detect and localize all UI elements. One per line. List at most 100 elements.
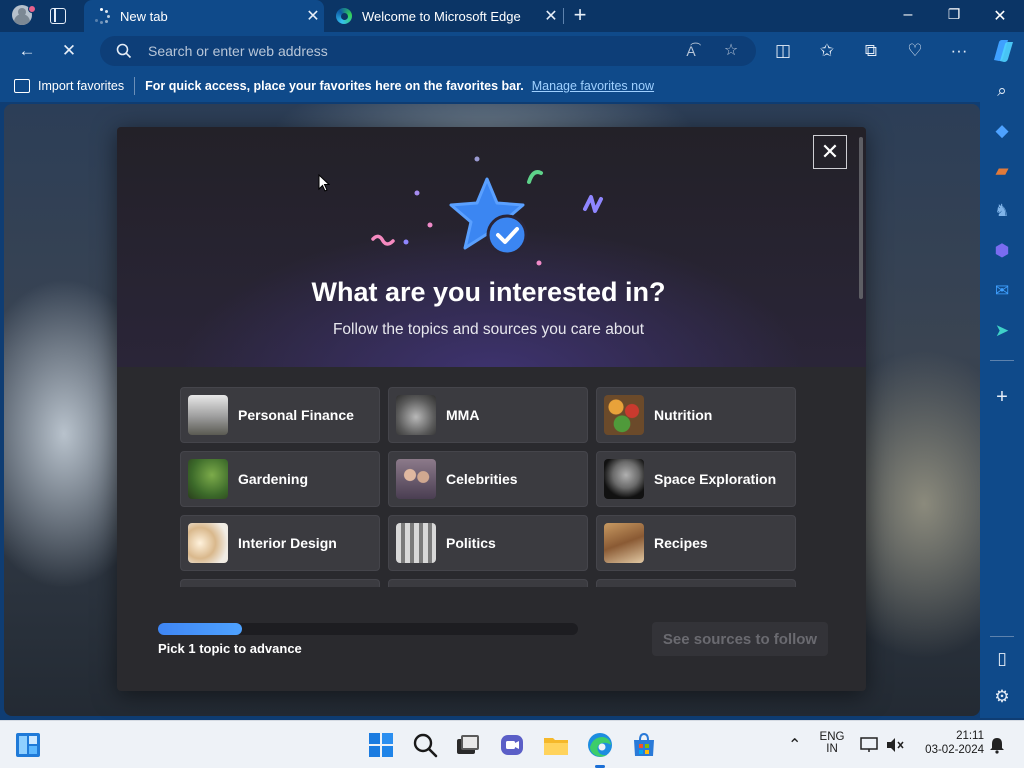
topic-label: MMA xyxy=(446,407,480,423)
close-window-button[interactable]: ✕ xyxy=(990,6,1010,26)
sidebar-hide-icon[interactable]: ▯ xyxy=(991,648,1013,670)
topic-personal-finance[interactable]: Personal Finance xyxy=(180,387,380,443)
topic-label: Interior Design xyxy=(238,535,337,551)
topic-row-partial[interactable] xyxy=(388,579,588,587)
split-screen-icon[interactable]: ◫ xyxy=(772,40,794,62)
topic-thumbnail xyxy=(604,523,644,563)
topic-label: Personal Finance xyxy=(238,407,354,423)
browser-essentials-icon[interactable]: ♡ xyxy=(904,40,926,62)
tab-welcome[interactable]: Welcome to Microsoft Edge ✕ xyxy=(326,0,562,32)
microsoft-store-icon[interactable] xyxy=(631,732,657,758)
edge-taskbar-icon[interactable] xyxy=(587,732,613,758)
tab-close-icon[interactable]: ✕ xyxy=(540,6,562,26)
topic-interior-design[interactable]: Interior Design xyxy=(180,515,380,571)
topic-gardening[interactable]: Gardening xyxy=(180,451,380,507)
sidebar-settings-gear-icon[interactable]: ⚙ xyxy=(991,686,1013,708)
sidebar-outlook-icon[interactable]: ✉ xyxy=(991,280,1013,302)
edge-favicon-wrap xyxy=(336,8,352,24)
address-input[interactable] xyxy=(148,36,668,66)
teams-chat-icon[interactable] xyxy=(499,732,525,758)
sidebar-separator xyxy=(990,360,1014,361)
tab-title: Welcome to Microsoft Edge xyxy=(362,8,521,24)
copilot-icon[interactable] xyxy=(988,38,1016,64)
address-bar[interactable]: A͡ ☆ xyxy=(100,36,756,66)
read-aloud-icon[interactable]: A͡ xyxy=(680,40,702,62)
dialog-subtitle: Follow the topics and sources you care a… xyxy=(332,321,645,338)
dialog-scrollbar[interactable] xyxy=(859,137,863,299)
topic-celebrities[interactable]: Celebrities xyxy=(388,451,588,507)
edge-sidebar: ⌕ ◆ ▰ ♞ ⬢ ✉ ➤ + ▯ ⚙ xyxy=(980,70,1024,718)
topic-thumbnail xyxy=(396,523,436,563)
favorites-message: For quick access, place your favorites h… xyxy=(145,79,524,93)
start-windows-icon[interactable] xyxy=(368,732,394,758)
sidebar-games-icon[interactable]: ♞ xyxy=(991,200,1013,222)
widgets-icon[interactable] xyxy=(15,732,41,758)
tab-new-tab[interactable]: New tab ✕ xyxy=(84,0,324,32)
collections-icon[interactable]: ⧉ xyxy=(860,40,882,62)
topic-label: Nutrition xyxy=(654,407,713,423)
show-hidden-icons-chevron-icon[interactable]: ⌃ xyxy=(788,735,801,755)
language-indicator[interactable]: ENG IN xyxy=(812,731,852,755)
clock[interactable]: 21:11 03-02-2024 xyxy=(916,730,984,756)
topic-row-partial[interactable] xyxy=(596,579,796,587)
progress-bar xyxy=(158,623,578,635)
sidebar-shopping-icon[interactable]: ◆ xyxy=(991,120,1013,142)
sidebar-separator xyxy=(990,636,1014,637)
tab-close-icon[interactable]: ✕ xyxy=(302,6,324,26)
topic-thumbnail xyxy=(604,395,644,435)
tab-strip: New tab ✕ Welcome to Microsoft Edge ✕ + … xyxy=(0,0,1024,32)
topic-mma[interactable]: MMA xyxy=(388,387,588,443)
file-explorer-icon[interactable] xyxy=(543,732,569,758)
topic-politics[interactable]: Politics xyxy=(388,515,588,571)
task-view-icon[interactable] xyxy=(455,732,481,758)
topic-label: Gardening xyxy=(238,471,309,487)
favorites-bar: Import favorites For quick access, place… xyxy=(0,70,980,102)
sidebar-tools-icon[interactable]: ▰ xyxy=(991,160,1013,182)
network-display-icon[interactable] xyxy=(860,737,878,753)
windows-taskbar: ⌃ ENG IN 21:11 03-02-2024 xyxy=(0,720,1024,768)
profile-avatar[interactable] xyxy=(8,3,36,29)
topics-grid: Personal Finance MMA Nutrition Gardening… xyxy=(180,387,800,587)
topic-thumbnail xyxy=(604,459,644,499)
dialog-close-button[interactable]: ✕ xyxy=(813,135,847,169)
topic-row-partial[interactable] xyxy=(180,579,380,587)
topic-label: Politics xyxy=(446,535,496,551)
tab-divider xyxy=(563,8,564,24)
topic-nutrition[interactable]: Nutrition xyxy=(596,387,796,443)
sidebar-search-icon[interactable]: ⌕ xyxy=(991,80,1013,102)
topic-thumbnail xyxy=(396,459,436,499)
progress-label: Pick 1 topic to advance xyxy=(158,641,302,656)
new-tab-plus-icon[interactable]: + xyxy=(570,4,590,26)
tab-title: New tab xyxy=(120,8,168,24)
topic-label: Recipes xyxy=(654,535,708,551)
topic-space-exploration[interactable]: Space Exploration xyxy=(596,451,796,507)
see-sources-button[interactable]: See sources to follow xyxy=(652,622,828,656)
back-arrow-icon[interactable]: ← xyxy=(16,40,38,62)
restore-button[interactable]: ❐ xyxy=(944,6,964,23)
favorite-star-icon[interactable]: ☆ xyxy=(720,40,742,62)
search-icon xyxy=(116,43,132,59)
tab-actions-icon[interactable] xyxy=(50,8,66,24)
progress-fill xyxy=(158,623,242,635)
fav-separator xyxy=(134,77,136,95)
sidebar-drop-icon[interactable]: ➤ xyxy=(991,320,1013,342)
loading-spinner-icon xyxy=(94,8,110,24)
import-favorites-label: Import favorites xyxy=(38,79,125,93)
stop-loading-icon[interactable]: ✕ xyxy=(58,40,80,62)
minimize-button[interactable]: – xyxy=(898,6,918,24)
sidebar-m365-icon[interactable]: ⬢ xyxy=(991,240,1013,262)
favorites-icon[interactable]: ✩ xyxy=(816,40,838,62)
volume-muted-icon[interactable] xyxy=(886,737,904,753)
taskbar-search-icon[interactable] xyxy=(412,732,438,758)
topic-thumbnail xyxy=(188,459,228,499)
edge-logo-icon xyxy=(336,8,352,24)
more-options-icon[interactable]: ··· xyxy=(948,40,970,62)
sidebar-add-icon[interactable]: + xyxy=(991,386,1013,408)
dialog-title: What are you interested in? xyxy=(311,277,666,307)
language-line2: IN xyxy=(826,743,838,755)
import-favorites-button[interactable]: Import favorites xyxy=(14,79,124,93)
topic-label: Celebrities xyxy=(446,471,518,487)
topic-recipes[interactable]: Recipes xyxy=(596,515,796,571)
notifications-bell-icon[interactable] xyxy=(988,736,1006,754)
manage-favorites-link[interactable]: Manage favorites now xyxy=(532,79,654,93)
